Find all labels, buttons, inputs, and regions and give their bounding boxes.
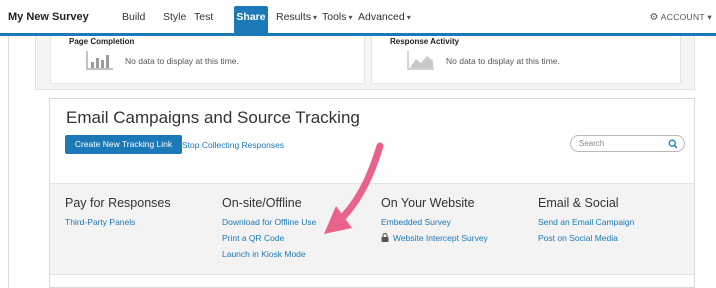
gear-icon: ⚙ [649, 12, 659, 23]
account-label: ACCOUNT [660, 12, 705, 22]
chevron-down-icon: ▾ [313, 13, 318, 22]
card-title: Page Completion [69, 37, 135, 46]
column-heading: Email & Social [538, 196, 619, 210]
nav-tools[interactable]: Tools ▾ [322, 11, 353, 23]
nav-advanced[interactable]: Advanced ▾ [358, 11, 411, 23]
page-completion-card: Page Completion No data to display at th… [50, 36, 365, 84]
card-title: Response Activity [390, 37, 460, 46]
top-navigation-bar: My New Survey Build Style Test Share Res… [0, 0, 716, 36]
nav-results-label: Results [276, 11, 312, 23]
onsite-offline-column: On-site/Offline Download for Offline Use… [222, 196, 316, 265]
website-intercept-label: Website Intercept Survey [393, 233, 488, 243]
post-social-media-link[interactable]: Post on Social Media [538, 233, 634, 243]
website-intercept-link[interactable]: Website Intercept Survey [381, 233, 488, 243]
survey-title[interactable]: My New Survey [8, 11, 89, 23]
panel-title: Email Campaigns and Source Tracking [66, 108, 360, 127]
send-email-campaign-link[interactable]: Send an Email Campaign [538, 217, 634, 227]
nav-advanced-label: Advanced [358, 11, 405, 23]
page-left-border [8, 36, 9, 288]
third-party-panels-link[interactable]: Third-Party Panels [65, 217, 171, 227]
card-empty-message: No data to display at this time. [446, 56, 560, 66]
summary-area: Page Completion No data to display at th… [35, 36, 695, 90]
search-input[interactable] [579, 138, 659, 149]
on-your-website-column: On Your Website Embedded Survey Website … [381, 196, 488, 249]
chevron-down-icon: ▾ [406, 13, 411, 22]
nav-share-active-tab[interactable]: Share [234, 6, 268, 34]
download-offline-link[interactable]: Download for Offline Use [222, 217, 316, 227]
chevron-down-icon: ▾ [704, 12, 712, 22]
print-qr-code-link[interactable]: Print a QR Code [222, 233, 316, 243]
bar-chart-icon [86, 51, 113, 70]
lock-icon [381, 233, 389, 242]
create-tracking-link-button[interactable]: Create New Tracking Link [65, 135, 182, 154]
chevron-down-icon: ▾ [348, 13, 353, 22]
kiosk-mode-link[interactable]: Launch in Kiosk Mode [222, 249, 316, 259]
column-heading: On Your Website [381, 196, 475, 210]
nav-tools-label: Tools [322, 11, 347, 23]
column-heading: On-site/Offline [222, 196, 302, 210]
stop-collecting-responses-link[interactable]: Stop Collecting Responses [182, 140, 284, 150]
nav-results[interactable]: Results ▾ [276, 11, 317, 23]
search-icon[interactable] [668, 139, 678, 149]
card-empty-message: No data to display at this time. [125, 56, 239, 66]
email-campaigns-panel: Email Campaigns and Source Tracking Crea… [49, 98, 695, 288]
account-menu[interactable]: ⚙ ACCOUNT ▾ [650, 12, 712, 23]
embedded-survey-link[interactable]: Embedded Survey [381, 217, 488, 227]
nav-style[interactable]: Style [163, 11, 186, 23]
nav-test[interactable]: Test [194, 11, 213, 23]
search-field[interactable] [570, 135, 685, 152]
column-heading: Pay for Responses [65, 196, 171, 210]
nav-build[interactable]: Build [122, 11, 145, 23]
share-options-band: Pay for Responses Third-Party Panels On-… [50, 183, 694, 275]
response-activity-card: Response Activity No data to display at … [371, 36, 681, 84]
area-chart-icon [407, 51, 434, 70]
pay-for-responses-column: Pay for Responses Third-Party Panels [65, 196, 171, 233]
email-social-column: Email & Social Send an Email Campaign Po… [538, 196, 634, 249]
